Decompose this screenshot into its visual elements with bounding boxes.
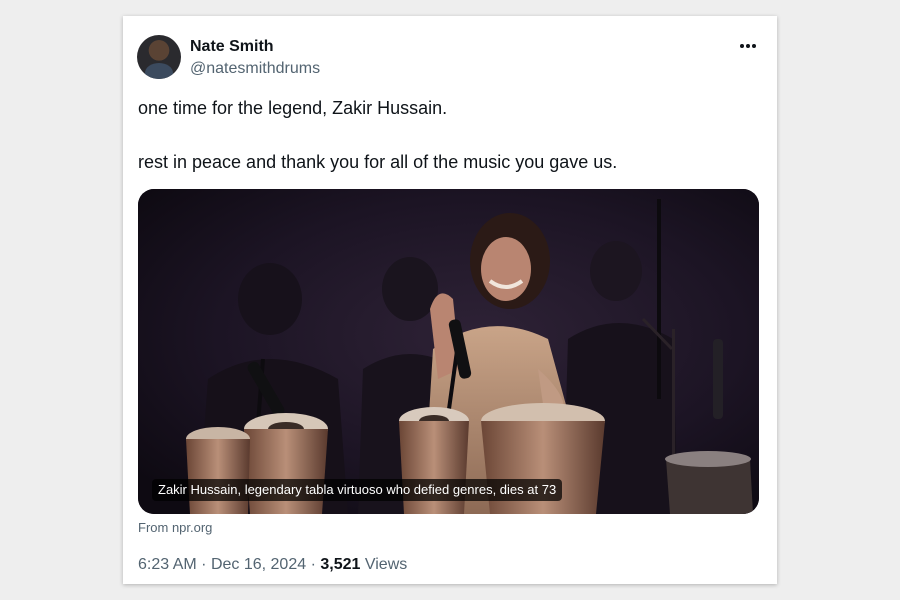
views-count: 3,521 bbox=[320, 556, 361, 573]
author-display-name[interactable]: Nate Smith bbox=[190, 38, 274, 56]
meta-separator: · bbox=[201, 556, 207, 573]
link-source[interactable]: From npr.org bbox=[138, 520, 212, 535]
meta-separator: · bbox=[310, 556, 316, 573]
tweet-text: one time for the legend, Zakir Hussain. … bbox=[138, 96, 758, 174]
tweet-card: Nate Smith @natesmithdrums one time for … bbox=[123, 16, 777, 584]
link-card-caption: Zakir Hussain, legendary tabla virtuoso … bbox=[152, 479, 563, 501]
link-card-image[interactable]: Zakir Hussain, legendary tabla virtuoso … bbox=[138, 189, 759, 514]
performance-photo bbox=[138, 189, 759, 514]
views-label: Views bbox=[364, 556, 408, 573]
tweet-date[interactable]: Dec 16, 2024 bbox=[211, 556, 306, 573]
avatar[interactable] bbox=[137, 35, 181, 79]
tweet-text-line-2: rest in peace and thank you for all of t… bbox=[138, 152, 618, 172]
avatar-shoulders bbox=[145, 63, 173, 79]
tweet-text-line-1: one time for the legend, Zakir Hussain. bbox=[138, 98, 448, 118]
tweet-meta: 6:23 AM · Dec 16, 2024 · 3,521 Views bbox=[138, 556, 407, 574]
tweet-time[interactable]: 6:23 AM bbox=[138, 556, 197, 573]
author-handle[interactable]: @natesmithdrums bbox=[190, 60, 320, 78]
more-options-icon[interactable] bbox=[733, 36, 763, 56]
